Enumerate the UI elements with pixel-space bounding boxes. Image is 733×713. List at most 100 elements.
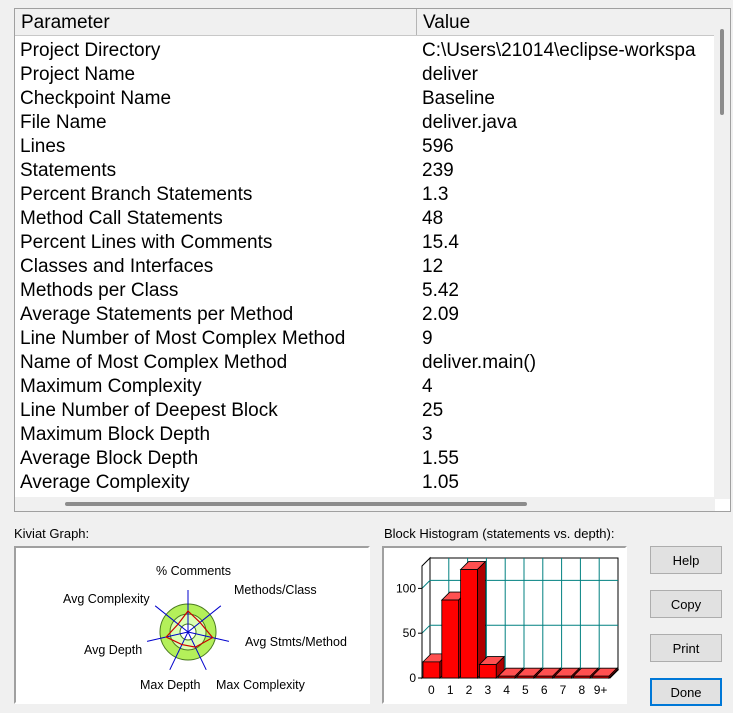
histogram-bar [572, 675, 591, 679]
histogram-bar [441, 599, 459, 679]
block-histogram: 0 50 100 0 1 2 3 4 5 6 7 8 9+ [382, 546, 627, 704]
x-tick-label: 0 [428, 683, 435, 697]
value-cell: 9 [422, 328, 433, 349]
x-tick-label: 6 [541, 683, 548, 697]
value-cell: C:\Users\21014\eclipse-workspa [422, 40, 696, 61]
table-row[interactable]: Percent Branch Statements 1.3 [15, 183, 715, 207]
x-tick-label: 1 [447, 683, 454, 697]
kiviat-axis-label: Avg Stmts/Method [245, 635, 347, 649]
parameter-cell: Checkpoint Name [20, 88, 172, 109]
table-row[interactable]: Classes and Interfaces 12 [15, 255, 715, 279]
value-cell: deliver.main() [422, 352, 537, 373]
parameter-cell: Maximum Complexity [20, 376, 202, 397]
table-row[interactable]: Average Complexity 1.05 [15, 471, 715, 495]
table-row[interactable]: Maximum Block Depth 3 [15, 423, 715, 447]
table-header: Parameter Value [15, 9, 715, 36]
table-row[interactable]: Line Number of Deepest Block 25 [15, 399, 715, 423]
histogram-bar [422, 661, 441, 679]
value-cell: Baseline [422, 88, 495, 109]
parameter-cell: Line Number of Most Complex Method [20, 328, 346, 349]
value-cell: 3 [422, 424, 433, 445]
value-cell: 2.09 [422, 304, 459, 325]
kiviat-axis-label: % Comments [156, 564, 232, 578]
print-button[interactable]: Print [650, 634, 722, 662]
parameter-cell: Project Directory [20, 40, 161, 61]
histogram-bar [479, 664, 497, 679]
table-row[interactable]: Name of Most Complex Method deliver.main(… [15, 351, 715, 375]
x-tick-label: 9+ [594, 683, 608, 697]
kiviat-axis-label: Max Complexity [216, 678, 305, 692]
parameter-cell: Methods per Class [20, 280, 179, 301]
parameter-cell: Project Name [20, 64, 136, 85]
table-row[interactable]: Line Number of Most Complex Method 9 [15, 327, 715, 351]
metrics-table[interactable]: Parameter Value Project Directory C:\User… [14, 8, 731, 512]
parameter-cell: Name of Most Complex Method [20, 352, 288, 373]
parameter-cell: Average Block Depth [20, 448, 199, 469]
value-cell: 5.42 [422, 280, 459, 301]
x-tick-label: 5 [522, 683, 529, 697]
table-body: Project Directory C:\Users\21014\eclipse-… [15, 39, 715, 495]
x-tick-label: 7 [560, 683, 567, 697]
value-cell: 48 [422, 208, 444, 229]
value-cell: 12 [422, 256, 444, 277]
parameter-cell: Classes and Interfaces [20, 256, 214, 277]
value-cell: deliver [422, 64, 478, 85]
column-header-value[interactable]: Value [417, 9, 715, 35]
done-button[interactable]: Done [650, 678, 722, 706]
histogram-bar [460, 569, 478, 679]
x-tick-label: 8 [578, 683, 585, 697]
value-cell: 4 [422, 376, 433, 397]
table-row[interactable]: Method Call Statements 48 [15, 207, 715, 231]
table-row[interactable]: Percent Lines with Comments 15.4 [15, 231, 715, 255]
x-tick-label: 3 [484, 683, 491, 697]
table-row[interactable]: Average Block Depth 1.55 [15, 447, 715, 471]
histogram-bar [554, 675, 572, 679]
parameter-cell: Lines [20, 136, 66, 157]
copy-button[interactable]: Copy [650, 590, 722, 618]
table-row[interactable]: Lines 596 [15, 135, 715, 159]
parameter-cell: Maximum Block Depth [20, 424, 211, 445]
vertical-scroll-thumb[interactable] [720, 29, 724, 115]
table-row[interactable]: Methods per Class 5.42 [15, 279, 715, 303]
y-tick-label: 0 [409, 671, 416, 685]
parameter-cell: Average Statements per Method [20, 304, 294, 325]
table-row[interactable]: Checkpoint Name Baseline [15, 87, 715, 111]
parameter-cell: Percent Lines with Comments [20, 232, 273, 253]
parameter-cell: Line Number of Deepest Block [20, 400, 278, 421]
kiviat-graph: % Comments Methods/Class Avg Stmts/Metho… [14, 546, 370, 704]
table-row[interactable]: Maximum Complexity 4 [15, 375, 715, 399]
horizontal-scrollbar[interactable] [15, 497, 715, 511]
help-button[interactable]: Help [650, 546, 722, 574]
x-tick-label: 2 [466, 683, 473, 697]
horizontal-scroll-thumb[interactable] [65, 502, 527, 506]
x-tick-label: 4 [503, 683, 510, 697]
table-row[interactable]: Average Statements per Method 2.09 [15, 303, 715, 327]
parameter-cell: Method Call Statements [20, 208, 223, 229]
parameter-cell: Percent Branch Statements [20, 184, 253, 205]
y-tick-label: 100 [396, 581, 416, 595]
kiviat-axis-label: Avg Depth [84, 643, 143, 657]
parameter-cell: File Name [20, 112, 107, 133]
table-row[interactable]: Statements 239 [15, 159, 715, 183]
table-row[interactable]: Project Directory C:\Users\21014\eclipse-… [15, 39, 715, 63]
parameter-cell: Average Complexity [20, 472, 190, 493]
kiviat-axis-label: Max Depth [140, 678, 201, 692]
value-cell: 596 [422, 136, 454, 157]
value-cell: 25 [422, 400, 444, 421]
value-cell: 15.4 [422, 232, 459, 253]
value-cell: 1.05 [422, 472, 459, 493]
vertical-scrollbar[interactable] [714, 9, 730, 499]
histogram-label: Block Histogram (statements vs. depth): [384, 526, 615, 541]
value-cell: 1.55 [422, 448, 459, 469]
kiviat-axis-label: Methods/Class [234, 583, 317, 597]
kiviat-axis-label: Avg Complexity [63, 592, 150, 606]
column-header-parameter[interactable]: Parameter [15, 9, 417, 35]
table-row[interactable]: File Name deliver.java [15, 111, 715, 135]
table-row[interactable]: Project Name deliver [15, 63, 715, 87]
value-cell: 1.3 [422, 184, 449, 205]
parameter-cell: Statements [20, 160, 117, 181]
histogram-chart: 0501000 1 2 3 4 5 6 7 8 9+ [396, 556, 620, 697]
kiviat-graph-label: Kiviat Graph: [14, 526, 90, 541]
histogram-bar [535, 675, 554, 679]
histogram-bar [591, 675, 610, 679]
